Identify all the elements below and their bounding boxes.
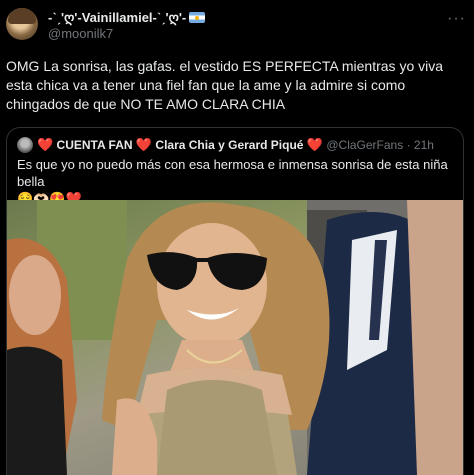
author-avatar[interactable]	[6, 8, 38, 40]
quoted-photo[interactable]	[7, 200, 463, 475]
quoted-display-name[interactable]: Clara Chia y Gerard Piqué	[155, 138, 303, 152]
dot-separator: ·	[406, 138, 411, 152]
more-options-icon[interactable]: ···	[447, 10, 466, 28]
quoted-account-label: CUENTA FAN	[56, 138, 133, 152]
quoted-avatar[interactable]	[17, 137, 33, 153]
tweet: -ˋˏ'ღ'-Vainillamiel-ˋˏ'ღ'- @moonilk7 ···…	[0, 0, 474, 475]
heart-icon: ❤️	[135, 137, 153, 152]
quoted-header: ❤️ CUENTA FAN ❤️ Clara Chia y Gerard Piq…	[17, 137, 434, 153]
author-names: -ˋˏ'ღ'-Vainillamiel-ˋˏ'ღ'- @moonilk7	[48, 10, 206, 42]
heart-icon: ❤️	[306, 137, 323, 152]
quoted-time[interactable]: 21h	[414, 138, 434, 152]
quoted-text-body: Es que yo no puedo más con esa hermosa e…	[17, 157, 448, 189]
tweet-text: OMG La sonrisa, las gafas. el vestido ES…	[6, 58, 444, 112]
heart-icon: ❤️	[37, 137, 54, 152]
photo-illustration	[7, 200, 463, 475]
author-display-name[interactable]: -ˋˏ'ღ'-Vainillamiel-ˋˏ'ღ'-	[48, 10, 186, 25]
quoted-tweet[interactable]: ❤️ CUENTA FAN ❤️ Clara Chia y Gerard Piq…	[6, 127, 464, 475]
author-handle[interactable]: @moonilk7	[48, 26, 113, 41]
quoted-handle[interactable]: @ClaGerFans	[326, 138, 403, 152]
argentina-flag-icon	[189, 12, 206, 23]
